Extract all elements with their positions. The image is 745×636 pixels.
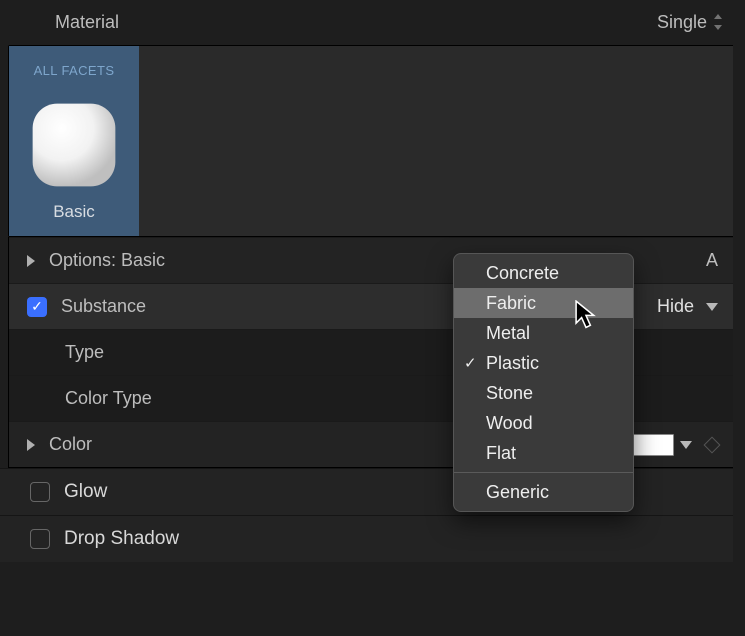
keyframe-diamond-icon[interactable] [704, 436, 721, 453]
popup-item-wood[interactable]: Wood [454, 408, 633, 438]
popup-item-label: Plastic [486, 353, 539, 374]
popup-separator [454, 472, 633, 473]
color-label: Color [49, 434, 92, 455]
popup-item-label: Generic [486, 482, 549, 503]
material-thumbnail [27, 98, 121, 192]
options-label: Options: Basic [49, 250, 165, 271]
facet-name: Basic [15, 202, 133, 222]
facets-panel: ALL FACETS Basic [8, 45, 737, 237]
popup-item-generic[interactable]: Generic [454, 477, 633, 507]
popup-item-stone[interactable]: Stone [454, 378, 633, 408]
glow-checkbox[interactable] [30, 482, 50, 502]
drop-shadow-label: Drop Shadow [64, 528, 179, 550]
popup-item-concrete[interactable]: Concrete [454, 258, 633, 288]
popup-item-label: Flat [486, 443, 516, 464]
hide-button[interactable]: Hide [657, 296, 694, 317]
popup-item-fabric[interactable]: Fabric [454, 288, 633, 318]
sort-icon [713, 14, 723, 32]
chevron-down-icon[interactable] [680, 441, 692, 449]
glow-label: Glow [64, 481, 107, 503]
options-right-label: A [706, 250, 718, 271]
substance-checkbox[interactable]: ✓ [27, 297, 47, 317]
type-label: Type [65, 342, 104, 363]
material-mode-dropdown[interactable]: Single [657, 12, 723, 33]
material-mode-value: Single [657, 12, 707, 33]
drop-shadow-row[interactable]: Drop Shadow [0, 515, 745, 562]
material-title: Material [55, 12, 119, 33]
popup-item-flat[interactable]: Flat [454, 438, 633, 468]
popup-item-label: Fabric [486, 293, 536, 314]
substance-label: Substance [61, 296, 146, 317]
chevron-down-icon[interactable] [706, 303, 718, 311]
disclosure-right-icon [27, 255, 35, 267]
material-header: Material Single [0, 0, 745, 45]
popup-item-metal[interactable]: Metal [454, 318, 633, 348]
facets-tab-label: ALL FACETS [34, 63, 115, 78]
check-icon: ✓ [464, 354, 477, 372]
drop-shadow-checkbox[interactable] [30, 529, 50, 549]
popup-item-plastic[interactable]: ✓ Plastic [454, 348, 633, 378]
color-type-label: Color Type [65, 388, 152, 409]
popup-item-label: Wood [486, 413, 533, 434]
facet-card-basic[interactable]: ALL FACETS Basic [9, 46, 139, 236]
disclosure-right-icon [27, 439, 35, 451]
substance-type-popup[interactable]: Concrete Fabric Metal ✓ Plastic Stone Wo… [453, 253, 634, 512]
facets-empty-area [139, 46, 736, 232]
popup-item-label: Concrete [486, 263, 559, 284]
popup-item-label: Stone [486, 383, 533, 404]
popup-item-label: Metal [486, 323, 530, 344]
